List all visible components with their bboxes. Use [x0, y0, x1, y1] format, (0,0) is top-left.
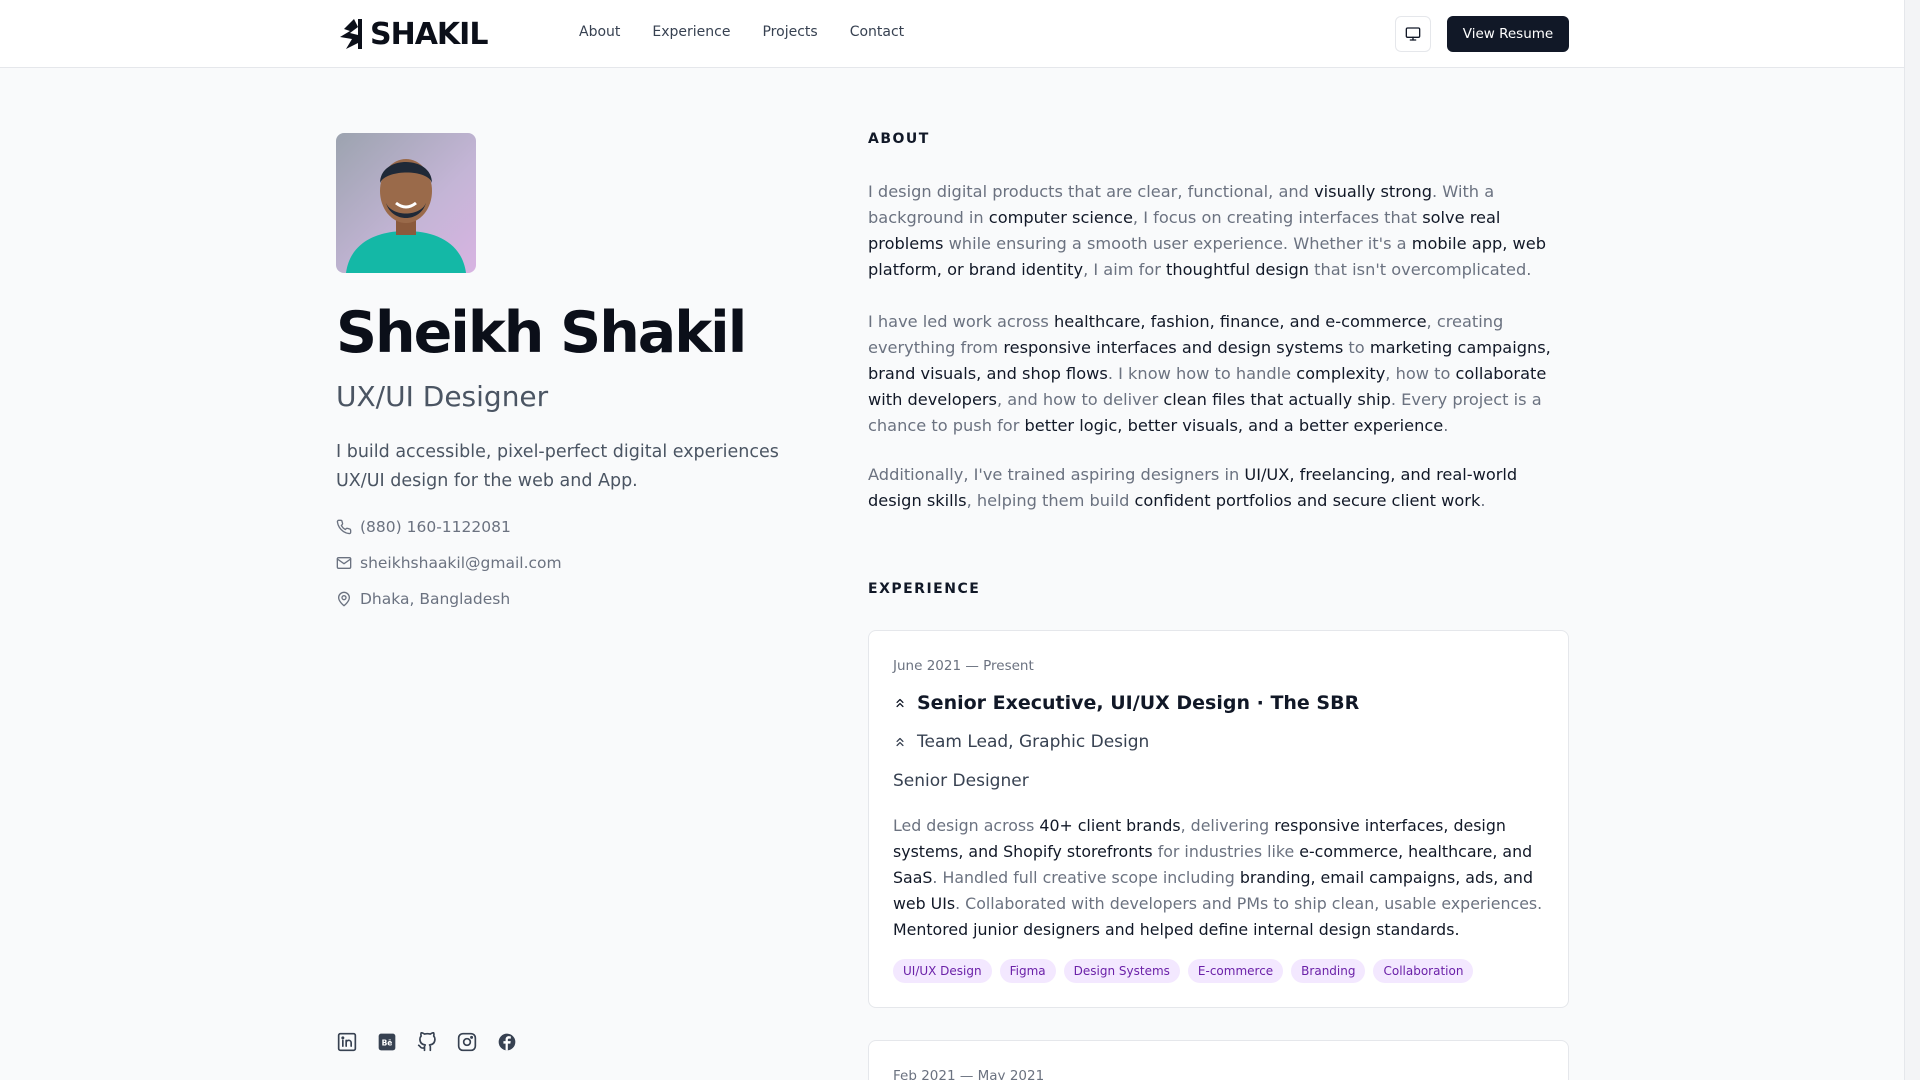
experience-description: Led design across 40+ client brands, del… — [893, 813, 1553, 943]
github-icon[interactable] — [416, 1031, 438, 1053]
body-text: Additionally, I've trained aspiring desi… — [868, 465, 1245, 484]
instagram-icon[interactable] — [456, 1031, 478, 1053]
experience-title-text: Senior Executive, UI/UX Design · The SBR — [917, 692, 1360, 714]
experience-title: Senior Executive, UI/UX Design · The SBR — [893, 692, 1359, 714]
linkedin-icon[interactable] — [336, 1031, 358, 1053]
body-text: , I aim for — [1083, 260, 1167, 279]
experience-date: Feb 2021 — May 2021 — [893, 1068, 1045, 1080]
skill-tag: Branding — [1291, 959, 1366, 983]
avatar-portrait — [336, 133, 476, 273]
body-text: . — [1443, 416, 1449, 435]
skill-tag: UI/UX Design — [893, 959, 992, 983]
body-text: . — [1480, 491, 1486, 510]
body-text: , helping them build — [966, 491, 1135, 510]
body-text: Led design across — [893, 816, 1040, 835]
skill-tag: Design Systems — [1063, 959, 1180, 983]
body-text: to — [1343, 338, 1370, 357]
nav-experience[interactable]: Experience — [652, 24, 730, 40]
logo[interactable]: SHAKIL — [336, 16, 488, 52]
body-text: , delivering — [1180, 816, 1275, 835]
highlight-text: thoughtful design — [1166, 260, 1309, 279]
profile-role: UX/UI Designer — [336, 380, 549, 413]
map-pin-icon — [338, 591, 350, 607]
experience-subtitle-text: Team Lead, Graphic Design — [917, 732, 1150, 752]
body-text: . I know how to handle — [1107, 364, 1297, 383]
svg-text:Bē: Bē — [382, 1038, 393, 1047]
profile-tagline: I build accessible, pixel-perfect digita… — [336, 442, 779, 491]
social-links: Bē — [336, 1031, 518, 1053]
contact-location: Dhaka, Bangladesh — [336, 590, 510, 608]
body-text: that isn't overcomplicated. — [1308, 260, 1532, 279]
logo-mark-icon — [340, 19, 362, 49]
monitor-icon — [1405, 27, 1421, 41]
avatar — [336, 133, 476, 273]
about-paragraph-2: I have led work across healthcare, fashi… — [868, 309, 1568, 439]
skill-tag: E-commerce — [1187, 959, 1284, 983]
highlight-text: complexity — [1296, 364, 1386, 383]
body-text: , and how to deliver — [997, 390, 1164, 409]
nav-projects[interactable]: Projects — [762, 24, 817, 40]
experience-subtitle: Team Lead, Graphic Design — [893, 732, 1149, 752]
experience-card[interactable]: June 2021 — Present Senior Executive, UI… — [868, 630, 1569, 1008]
experience-tags: UI/UX Design Figma Design Systems E-commerc… — [893, 959, 1474, 983]
facebook-icon[interactable] — [496, 1031, 518, 1053]
contact-phone[interactable]: (880) 160-1122081 — [336, 518, 511, 536]
experience-subtitle-2: Senior Designer — [893, 771, 1029, 791]
main-nav: About Experience Projects Contact — [579, 24, 904, 40]
phone-text: (880) 160-1122081 — [360, 518, 511, 536]
skill-tag: Figma — [999, 959, 1056, 983]
body-text: I have led work across — [868, 312, 1055, 331]
highlight-text: confident portfolios and secure client w… — [1134, 491, 1481, 510]
body-text: , how to — [1385, 364, 1456, 383]
highlight-text: Mentored junior designers and helped def… — [893, 920, 1460, 939]
highlight-text: clean files that actually ship — [1163, 390, 1391, 409]
profile-name: Sheikh Shakil — [336, 300, 747, 366]
highlight-text: better logic, better visuals, and a bett… — [1024, 416, 1444, 435]
about-paragraph-3: Additionally, I've trained aspiring desi… — [868, 462, 1568, 514]
top-navbar: SHAKIL About Experience Projects Contact… — [0, 0, 1904, 68]
highlight-text: healthcare, fashion, finance, and e-comm… — [1054, 312, 1427, 331]
nav-contact[interactable]: Contact — [850, 24, 904, 40]
body-text: , I focus on creating interfaces that — [1132, 208, 1423, 227]
email-text: sheikhshaakil@gmail.com — [360, 554, 562, 572]
nav-about[interactable]: About — [579, 24, 620, 40]
behance-icon[interactable]: Bē — [376, 1031, 398, 1053]
contact-email[interactable]: sheikhshaakil@gmail.com — [336, 554, 562, 572]
experience-date: June 2021 — Present — [893, 658, 1034, 674]
body-text: for industries like — [1152, 842, 1300, 861]
view-resume-button[interactable]: View Resume — [1447, 16, 1569, 52]
location-text: Dhaka, Bangladesh — [360, 590, 511, 608]
skill-tag: Collaboration — [1373, 959, 1474, 983]
highlight-text: 40+ client brands — [1039, 816, 1181, 835]
chevrons-up-icon — [896, 737, 904, 747]
experience-card[interactable]: Feb 2021 — May 2021 — [868, 1040, 1569, 1080]
body-text: while ensuring a smooth user experience.… — [943, 234, 1412, 253]
highlight-text: computer science — [988, 208, 1133, 227]
logo-text: SHAKIL — [370, 16, 488, 52]
about-heading: ABOUT — [868, 131, 930, 147]
body-text: . Collaborated with developers and PMs t… — [955, 894, 1543, 913]
highlight-text: visually strong — [1314, 182, 1432, 201]
mail-icon — [336, 557, 352, 569]
experience-heading: EXPERIENCE — [868, 581, 981, 597]
body-text: . Handled full creative scope including — [932, 868, 1240, 887]
theme-toggle-button[interactable] — [1395, 16, 1431, 52]
chevrons-up-icon — [896, 698, 904, 708]
highlight-text: responsive interfaces and design systems — [1003, 338, 1344, 357]
body-text: I design digital products that are clear… — [868, 182, 1315, 201]
page-scrollbar[interactable] — [1904, 0, 1920, 1080]
about-paragraph-1: I design digital products that are clear… — [868, 179, 1568, 283]
phone-icon — [336, 519, 352, 535]
